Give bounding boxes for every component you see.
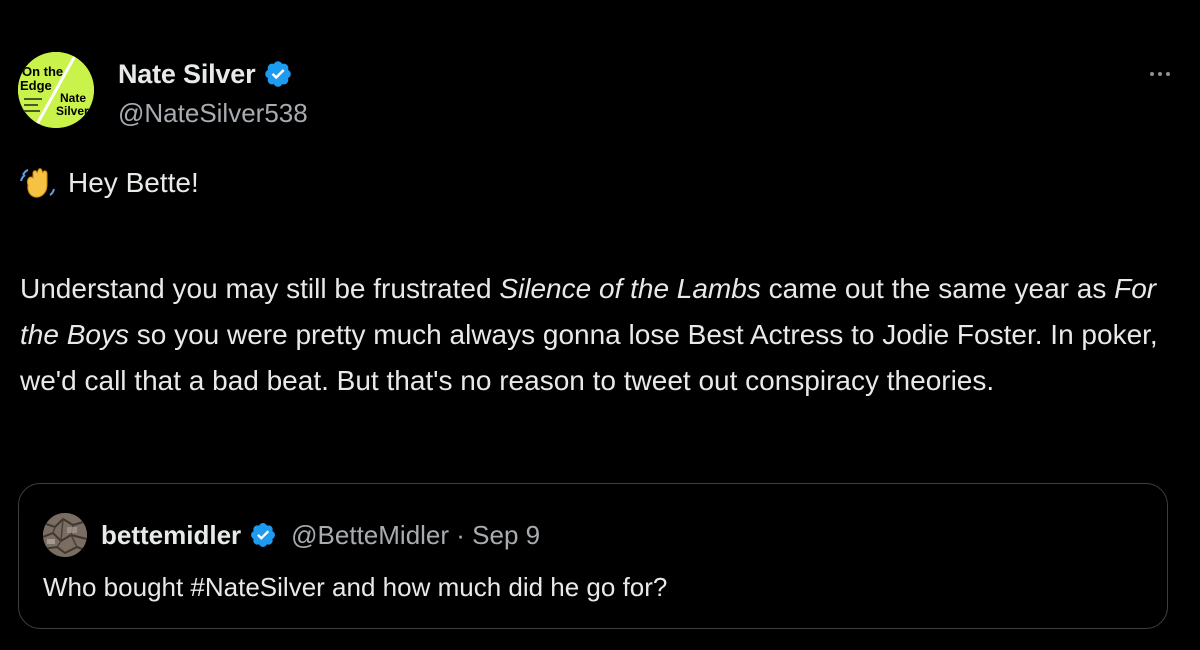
body-italic-title: Silence of the Lambs	[499, 273, 761, 304]
quoted-author-avatar[interactable]	[43, 513, 87, 557]
verified-badge-icon[interactable]	[249, 521, 277, 549]
more-dot-icon	[1150, 72, 1154, 76]
quoted-author-name[interactable]: bettemidler	[101, 520, 241, 551]
more-options-button[interactable]	[1140, 62, 1180, 86]
quoted-tweet-header: bettemidler @BetteMidler · Sep 9	[43, 513, 540, 557]
quoted-tweet-card[interactable]: bettemidler @BetteMidler · Sep 9 Who bou…	[18, 483, 1168, 629]
author-handle[interactable]: @NateSilver538	[118, 98, 308, 129]
author-display-name[interactable]: Nate Silver	[118, 59, 256, 90]
author-header: Nate Silver	[118, 56, 293, 92]
more-dot-icon	[1166, 72, 1170, 76]
svg-text:On the: On the	[22, 64, 63, 79]
more-dot-icon	[1158, 72, 1162, 76]
body-text-part: Understand you may still be frustrated	[20, 273, 500, 304]
tweet-body-text: Understand you may still be frustrated S…	[20, 266, 1180, 404]
waving-hand-icon	[20, 165, 56, 201]
quoted-tweet-text: Who bought #NateSilver and how much did …	[43, 572, 668, 602]
svg-text:Nate: Nate	[60, 91, 86, 105]
body-text-part: so you were pretty much always gonna los…	[20, 319, 1158, 396]
author-avatar[interactable]: On the Edge Nate Silver	[18, 52, 94, 128]
svg-text:Silver: Silver	[56, 104, 89, 118]
greeting-text: Hey Bette!	[68, 167, 199, 198]
body-text-part: came out the same year as	[760, 273, 1115, 304]
quoted-handle-date[interactable]: @BetteMidler · Sep 9	[291, 520, 540, 551]
tweet-greeting-line: Hey Bette!	[20, 165, 199, 201]
svg-text:Edge: Edge	[20, 78, 52, 93]
verified-badge-icon[interactable]	[263, 59, 293, 89]
tweet: On the Edge Nate Silver Nate Silver @Nat…	[0, 0, 1200, 650]
